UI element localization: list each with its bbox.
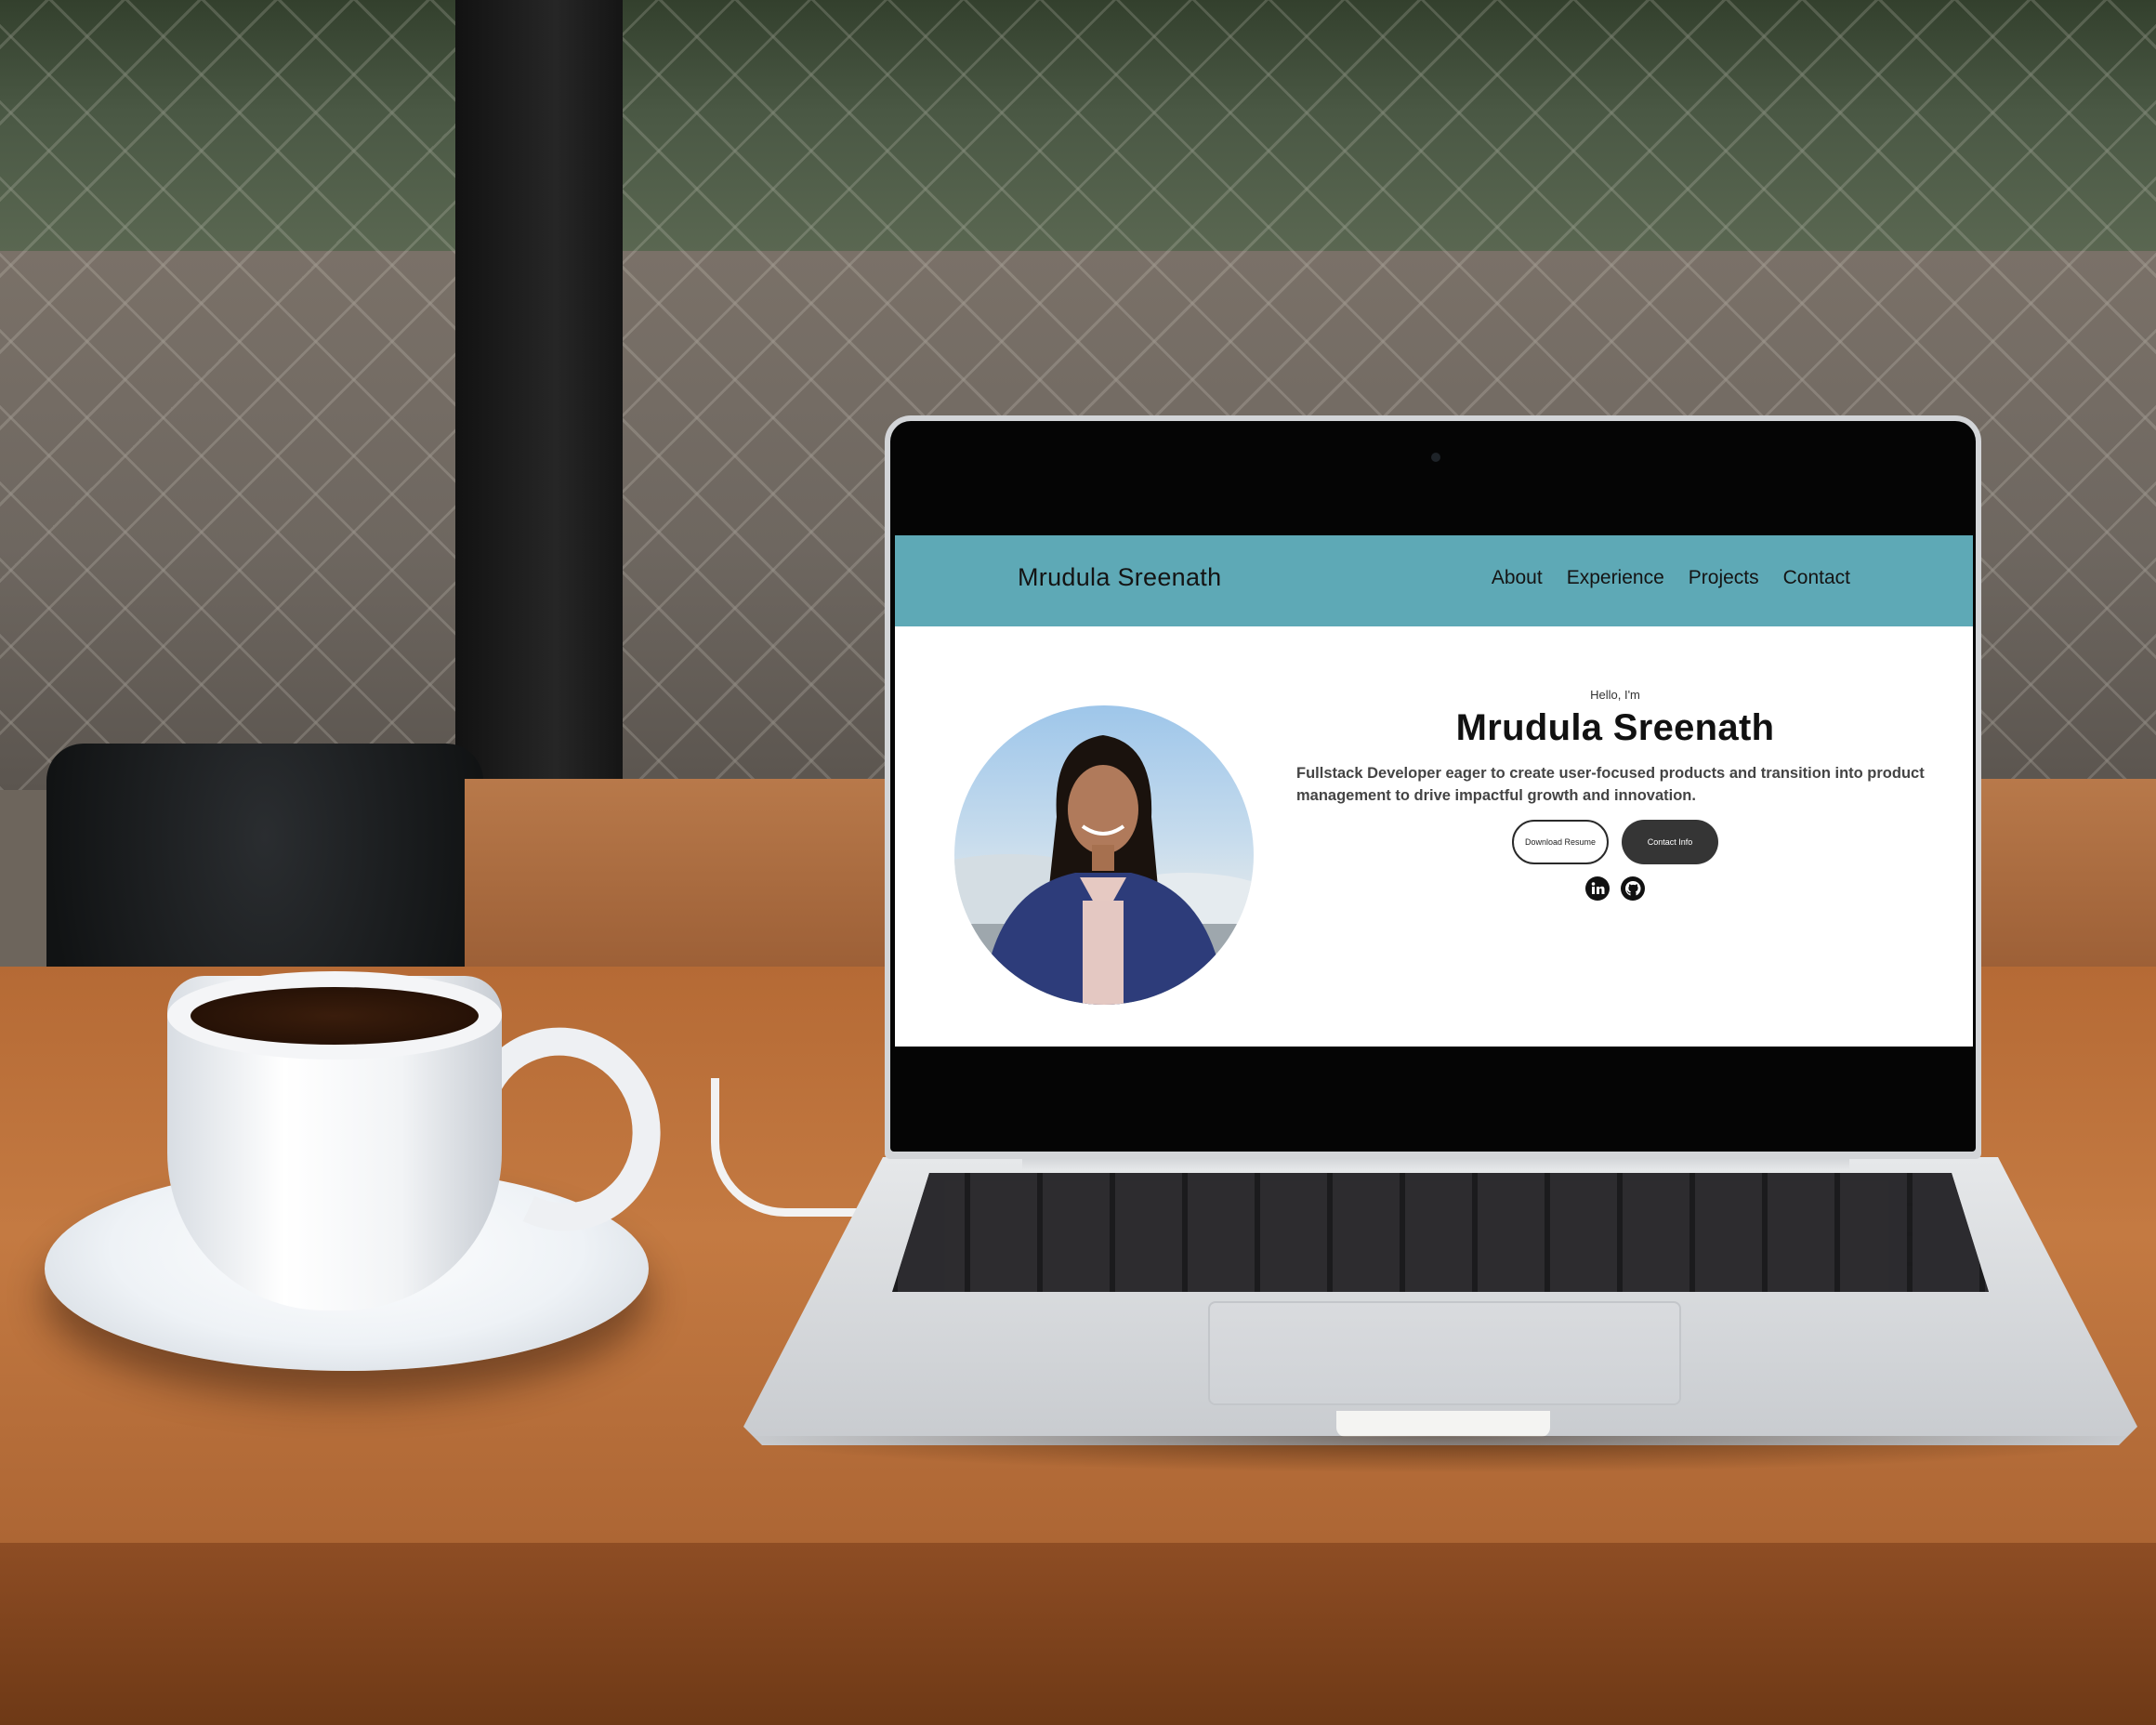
laptop-screen: Mrudula Sreenath About Experience Projec… [895,535,1973,1047]
coffee [191,987,479,1045]
github-icon[interactable] [1621,876,1645,901]
hero-section: Hello, I'm Mrudula Sreenath Fullstack De… [1295,656,1936,901]
nav-link-experience[interactable]: Experience [1567,567,1664,589]
table-edge [0,1543,2156,1725]
hero-description: Fullstack Developer eager to create user… [1296,765,1925,804]
nav-link-contact[interactable]: Contact [1783,567,1850,589]
keyboard-keys [892,1173,1989,1292]
laptop-shadow [734,1436,2147,1473]
hero-name: Mrudula Sreenath [1455,707,1775,748]
photo-scene: Mrudula Sreenath About Experience Projec… [0,0,2156,1725]
laptop-lid-notch [1336,1411,1550,1437]
social-links [1295,876,1936,901]
laptop-trackpad [1208,1301,1681,1405]
download-resume-button[interactable]: Download Resume [1512,820,1609,864]
nav-link-projects[interactable]: Projects [1689,567,1759,589]
site-navbar: Mrudula Sreenath About Experience Projec… [895,535,1973,626]
contact-info-button[interactable]: Contact Info [1622,820,1718,864]
hero-greeting: Hello, I'm [1590,688,1640,702]
nav-menu: About Experience Projects Contact [1492,567,1850,589]
nav-link-about[interactable]: About [1492,567,1543,589]
hero-buttons: Download Resume Contact Info [1295,820,1936,864]
site-brand[interactable]: Mrudula Sreenath [1018,563,1221,592]
linkedin-icon[interactable] [1585,876,1610,901]
background-pillar [455,0,623,781]
webcam [1431,453,1440,462]
profile-photo [954,705,1254,1005]
profile-photo-illustration [954,735,1254,1005]
